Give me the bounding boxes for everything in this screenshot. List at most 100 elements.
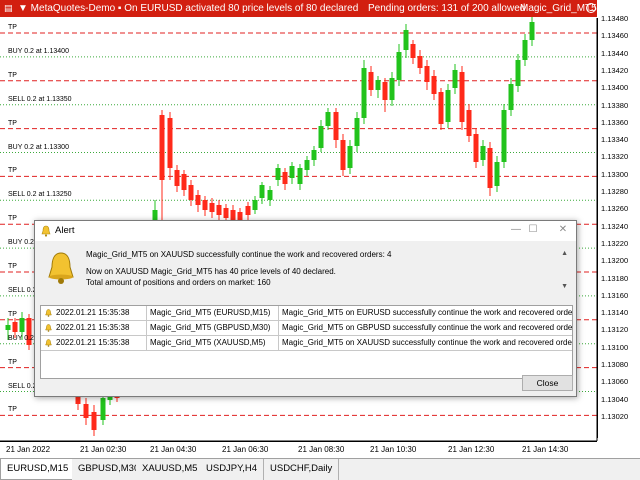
candle-body [466,110,472,136]
level-label: TP [8,215,17,223]
candle-body [275,168,281,180]
source-cell: Magic_Grid_MT5 (EURUSD,M15) [147,306,279,320]
ea-status-bar: ▤ ▼ MetaQuotes-Demo ▪ On EURUSD activate… [0,0,597,17]
price-tick-label: 1.13180 [601,273,629,283]
candle-body [375,80,381,90]
candle-body [494,162,500,186]
candle-body [19,318,25,332]
price-tick-label: 1.13360 [601,117,629,127]
level-label: BUY 0.2 at 1.13400 [8,47,69,55]
price-tick-label: 1.13460 [601,31,629,41]
price-tick-label: 1.13380 [601,100,629,110]
price-tick-label: 1.13340 [601,135,629,145]
status-title: ▼ MetaQuotes-Demo ▪ On EURUSD activated … [18,3,359,14]
price-tick-label: 1.13320 [601,152,629,162]
candle-body [529,22,535,40]
time-tick-label: 21 Jan 10:30 [370,445,417,454]
candle-body [245,206,251,215]
level-label: TP [8,358,17,366]
candle-body [12,322,18,332]
time-tick-label: 21 Jan 04:30 [150,445,197,454]
message-cell: Magic_Grid_MT5 on XAUUSD successfully co… [282,338,572,347]
chart-tab[interactable]: EURUSD,M15 [0,459,76,480]
bell-icon [45,324,52,332]
table-row[interactable]: 2022.01.21 15:35:38 Magic_Grid_MT5 (EURU… [41,306,572,321]
time-tick-label: 21 Jan 02:30 [80,445,127,454]
time-cell: 2022.01.21 15:35:38 [41,321,147,335]
table-row[interactable]: 2022.01.21 15:35:38 Magic_Grid_MT5 (GBPU… [41,321,572,336]
alert-titlebar[interactable]: Alert — ☐ ✕ [35,221,576,241]
close-button[interactable]: Close [522,375,573,391]
minimize-icon[interactable]: — [509,224,523,235]
time-tick-label: 21 Jan 14:30 [522,445,569,454]
candle-body [354,118,360,146]
candle-body [382,82,388,100]
chart-menu-icon[interactable]: ▤ [4,0,13,17]
source-cell: Magic_Grid_MT5 (XAUUSD,M5) [147,336,279,350]
candle-body [452,70,458,88]
price-tick-label: 1.13040 [601,394,629,404]
candle-body [487,148,493,188]
candle-body [480,146,486,160]
candle-body [181,174,187,190]
price-tick-label: 1.13300 [601,169,629,179]
alert-message-line: Now on XAUUSD Magic_Grid_MT5 has 40 pric… [86,267,336,276]
close-icon[interactable]: ✕ [556,224,570,235]
price-tick-label: 1.13100 [601,342,629,352]
chart-tab[interactable]: USDCHF,Daily [264,459,340,480]
candle-body [195,195,201,205]
candle-body [438,92,444,124]
level-label: TP [8,406,17,414]
candle-body [473,134,479,162]
chart-tabs: EURUSD,M15 GBPUSD,M30 XAUUSD,M5 USDJPY,H4 US… [0,458,640,480]
pending-orders-text: Pending orders: 131 of 200 allowed [368,3,526,14]
price-tick-label: 1.13420 [601,65,629,75]
level-label: BUY 0.2 [8,239,34,247]
candle-body [289,166,295,178]
candle-body [318,126,324,148]
level-label: TP [8,263,17,270]
table-row[interactable]: 2022.01.21 15:35:38 Magic_Grid_MT5 (XAUU… [41,336,572,351]
scroll-down-icon[interactable]: ▼ [561,283,568,290]
alert-history-table: 2022.01.21 15:35:38 Magic_Grid_MT5 (EURU… [40,305,573,379]
price-tick-label: 1.13260 [601,204,629,214]
time-cell: 2022.01.21 15:35:38 [41,336,147,350]
candle-body [209,203,215,212]
candle-body [159,115,165,180]
bell-icon [41,225,51,237]
source-cell: Magic_Grid_MT5 (GBPUSD,M30) [147,321,279,335]
level-label: BUY 0.2 at 1.13300 [8,143,69,151]
candle-body [83,404,89,418]
candle-body [174,170,180,186]
candle-body [501,110,507,162]
bell-icon [45,309,52,317]
level-label: TP [8,71,17,79]
level-label: SELL 0.2 at 1.13250 [8,191,72,199]
candle-body [347,146,353,168]
candle-body [424,66,430,82]
maximize-icon[interactable]: ☐ [526,224,540,235]
candle-body [508,84,514,110]
alert-title: Alert [55,225,75,236]
scroll-up-icon[interactable]: ▲ [561,250,568,257]
alert-dialog: Alert — ☐ ✕ Magic_Grid_MT5 on XAUUSD suc… [34,220,577,397]
candle-body [304,160,310,170]
time-tick-label: 21 Jan 06:30 [222,445,269,454]
candle-body [431,76,437,94]
chart-tab[interactable]: XAUUSD,M5 [136,459,205,480]
chart-tab[interactable]: USDJPY,H4 [200,459,265,480]
candle-body [237,212,243,220]
bell-icon [45,339,52,347]
time-tick-label: 21 Jan 08:30 [298,445,345,454]
price-tick-label: 1.13200 [601,256,629,266]
candle-body [389,78,395,100]
level-label: TP [8,310,17,318]
time-cell: 2022.01.21 15:35:38 [41,306,147,320]
candle-body [410,44,416,58]
candle-body [202,200,208,210]
candle-body [282,172,288,184]
price-axis: 1.13480 1.13460 1.13440 1.13420 1.13400 1.133… [597,14,640,438]
price-tick-label: 1.13020 [601,411,629,421]
price-tick-label: 1.13400 [601,83,629,93]
candle-body [188,185,194,200]
